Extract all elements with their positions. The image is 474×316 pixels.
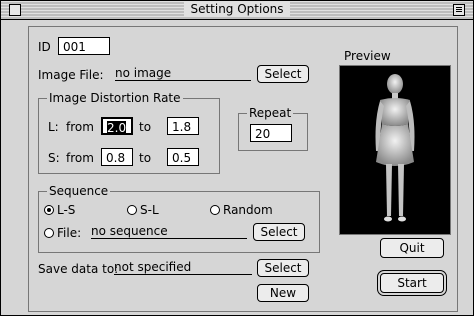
distortion-l-label: L: [48,120,59,134]
distortion-s-label: S: [48,151,60,165]
start-button[interactable]: Start [380,273,444,293]
radio-random-label: Random [223,203,273,217]
save-data-select-button[interactable]: Select [257,259,309,277]
distortion-s-to-field[interactable]: 0.5 [167,148,199,166]
radio-l-s-label: L-S [57,203,76,217]
window-content: ID 001 Image File: no image Select Image… [1,20,473,315]
repeat-field[interactable]: 20 [250,124,292,142]
collapse-box-icon[interactable] [453,4,465,16]
title-bar[interactable]: Setting Options [1,1,473,20]
distortion-l-to-label: to [139,120,152,134]
radio-file[interactable] [44,228,54,238]
radio-random[interactable] [210,205,220,215]
image-file-path: no image [115,66,251,81]
distortion-group-title: Image Distortion Rate [47,91,183,105]
distortion-s-to-label: to [139,151,152,165]
mannequin-figure-icon [375,74,415,222]
settings-window: Setting Options ID 001 Image File: no im… [0,0,474,316]
window-title: Setting Options [1,2,473,16]
sequence-group: Sequence [38,184,320,253]
distortion-l-from-value: 2.0 [107,121,127,135]
radio-s-l[interactable] [127,205,137,215]
radio-l-s[interactable] [44,205,54,215]
window-title-text: Setting Options [184,2,290,16]
id-label: ID [38,40,51,54]
sequence-file-path: no sequence [91,224,247,239]
new-button[interactable]: New [257,284,309,302]
distortion-l-from-field[interactable]: 2.0 [101,117,133,135]
distortion-l-to-field[interactable]: 1.8 [167,117,199,135]
radio-s-l-label: S-L [140,203,159,217]
distortion-s-from-field[interactable]: 0.8 [101,148,133,166]
distortion-l-from-label: from [66,120,94,134]
preview-image [339,65,451,235]
preview-title: Preview [342,49,393,63]
image-file-select-button[interactable]: Select [257,65,309,83]
image-file-label: Image File: [38,68,104,82]
save-data-label: Save data to: [38,262,119,276]
quit-button[interactable]: Quit [380,238,444,258]
save-data-path: not specified [114,260,252,275]
distortion-s-from-label: from [66,151,94,165]
id-field[interactable]: 001 [58,37,110,55]
sequence-file-label: File: [57,226,82,240]
sequence-file-select-button[interactable]: Select [253,223,305,241]
repeat-group-title: Repeat [247,106,294,120]
sequence-group-title: Sequence [47,184,111,198]
